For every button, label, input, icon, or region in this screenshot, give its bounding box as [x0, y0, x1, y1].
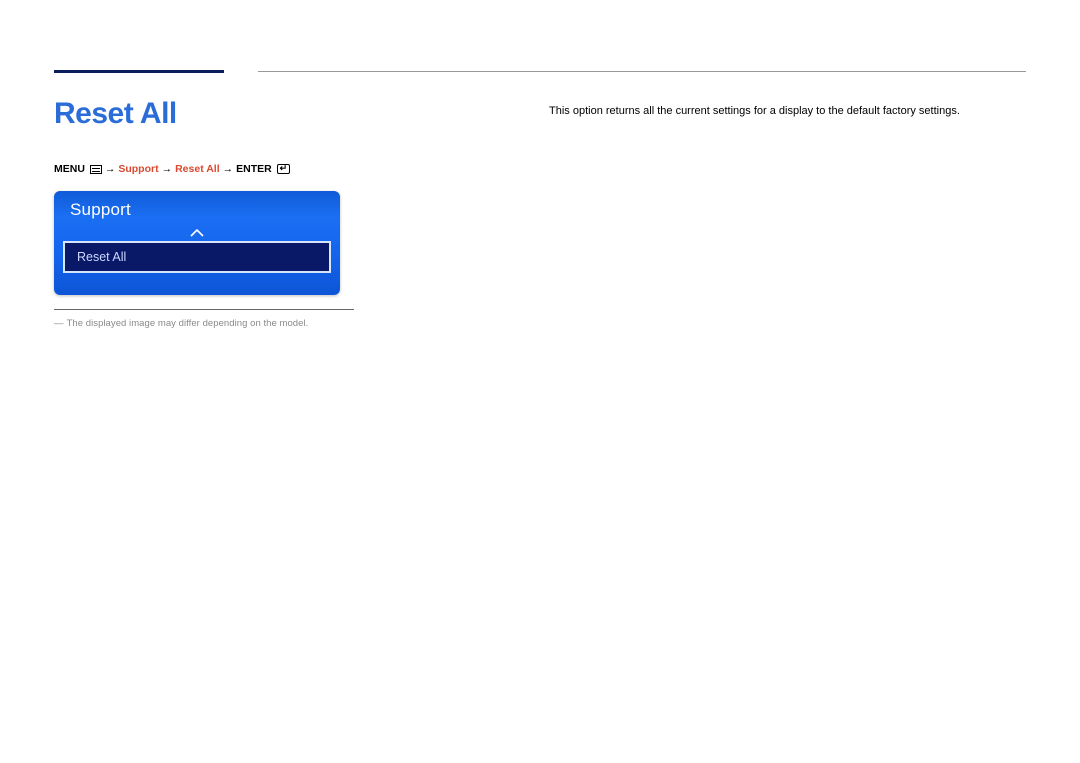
arrow-icon: → [223, 163, 234, 175]
osd-menu-item-reset-all[interactable]: Reset All [63, 241, 331, 273]
menu-icon [90, 165, 102, 174]
osd-panel-title: Support [54, 191, 340, 224]
breadcrumb-menu-label: MENU [54, 163, 85, 175]
osd-panel: Support Reset All [54, 191, 340, 295]
osd-menu-item-label: Reset All [77, 250, 126, 264]
breadcrumb-step-reset-all: Reset All [175, 163, 220, 175]
arrow-icon: → [162, 163, 173, 175]
arrow-icon: → [105, 163, 116, 175]
enter-icon [277, 164, 290, 174]
page-title: Reset All [54, 97, 344, 131]
note-divider [54, 309, 354, 310]
header-divider [258, 71, 1026, 72]
breadcrumb-step-support: Support [118, 163, 158, 175]
chevron-up-icon[interactable] [54, 224, 340, 239]
breadcrumb-enter-label: ENTER [236, 163, 272, 175]
model-note: ―The displayed image may differ dependin… [54, 318, 344, 329]
breadcrumb: MENU → Support → Reset All → ENTER [54, 163, 344, 175]
description-text: This option returns all the current sett… [549, 103, 1026, 120]
